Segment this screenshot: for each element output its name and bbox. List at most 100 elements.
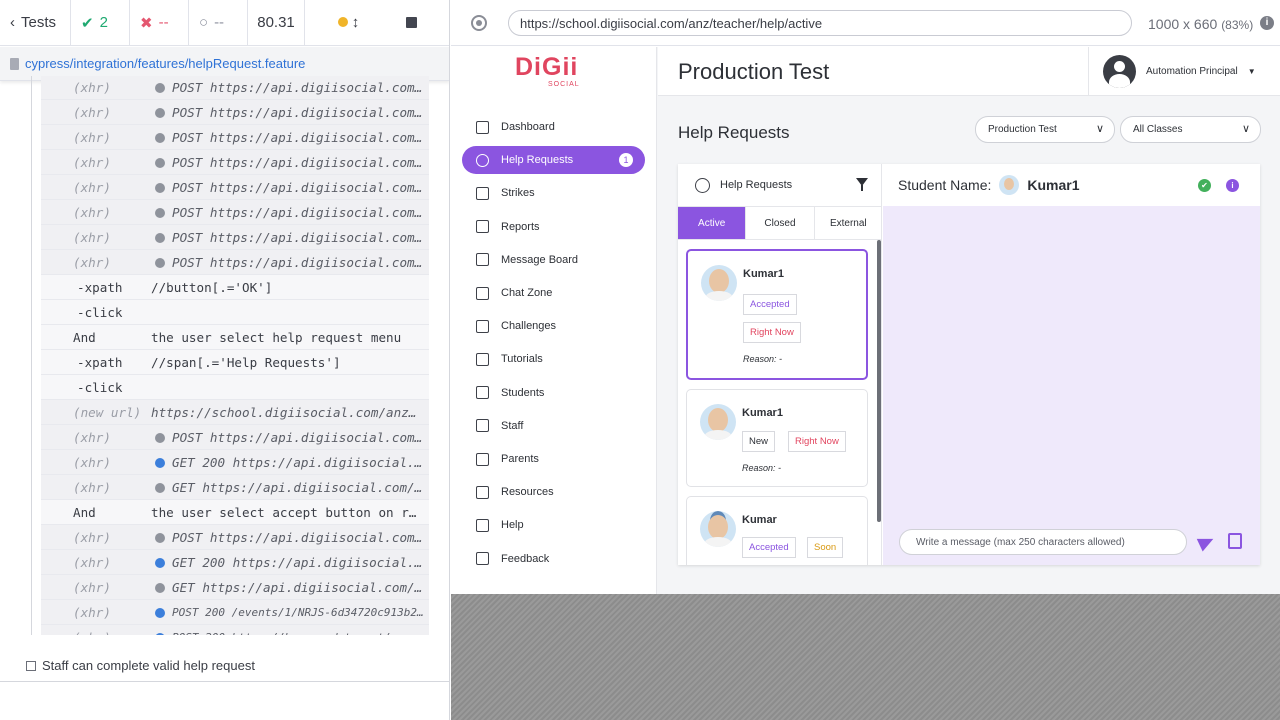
help-request-icon [476,153,489,167]
request-status-icon [155,208,165,218]
command-log-row[interactable]: (xhr) GET 200 https://api.digiisocial.c..… [41,450,429,475]
sidebar-item-label: Resources [501,486,554,499]
user-menu[interactable]: Automation Principal ▼ [1088,47,1280,96]
command-log-row[interactable]: 17-click [41,375,429,400]
command-name: (xhr) [73,480,111,495]
sidebar-item-challenges[interactable]: Challenges [462,312,645,340]
user-name: Automation Principal [1146,66,1238,77]
command-name: And [73,330,96,345]
message-input[interactable]: Write a message (max 250 characters allo… [899,529,1187,555]
selector-playground-icon[interactable] [471,15,487,31]
request-status-icon [155,558,165,568]
sidebar-item-message-board[interactable]: Message Board [462,246,645,274]
tab-external[interactable]: External [815,207,882,239]
tab-active[interactable]: Active [678,207,747,239]
command-log-row[interactable]: 13-xpath//button[.='OK'] [41,275,429,300]
sidebar-item-staff[interactable]: Staff [462,412,645,440]
command-log-row[interactable]: (xhr) POST https://api.digiisocial.com/..… [41,225,429,250]
chat-icon [476,286,489,300]
sidebar-item-label: Challenges [501,320,557,333]
command-log-row[interactable]: (xhr) POST https://api.digiisocial.com/..… [41,425,429,450]
request-status-icon [155,583,165,593]
sidebar-item-students[interactable]: Students [462,379,645,407]
test-title: Staff can complete valid help request [42,658,255,673]
command-log-row[interactable]: (xhr) POST 200 https://bam.nr-data.net/ev… [41,625,429,635]
spec-path-link[interactable]: cypress/integration/features/helpRequest… [25,56,305,71]
note-edit-icon[interactable] [1228,533,1242,549]
command-name: (xhr) [73,630,111,635]
stop-icon[interactable] [406,17,418,28]
failed-count: ✖ -- [130,0,189,46]
request-card[interactable]: Kumar1 Accepted Right Now Reason: - [686,249,868,380]
sidebar-item-chat-zone[interactable]: Chat Zone [462,279,645,307]
info-icon[interactable]: i [1226,179,1239,192]
command-message: POST https://api.digiisocial.com/... [172,130,424,145]
command-name: (xhr) [73,605,111,620]
back-to-tests-button[interactable]: ‹ Tests [0,0,71,46]
command-log-row[interactable]: (xhr) POST https://api.digiisocial.com/..… [41,100,429,125]
chevron-left-icon: ‹ [10,14,15,31]
sidebar-item-feedback[interactable]: Feedback [462,545,645,573]
command-name: (xhr) [73,155,111,170]
request-card[interactable]: Kumar Accepted Soon [686,496,868,565]
command-log-row[interactable]: (xhr) POST 200 /events/1/NRJS-6d34720c913… [41,600,429,625]
viewport-background [451,594,1280,720]
x-icon: ✖ [140,14,153,32]
command-log-row[interactable]: 14-click [41,300,429,325]
sidebar-item-resources[interactable]: Resources [462,478,645,506]
command-log-row[interactable]: (xhr) POST https://api.digiisocial.com/..… [41,125,429,150]
chart-icon [476,120,489,134]
auto-scroll-toggle[interactable]: ↕ [337,14,359,31]
command-log-row[interactable]: (xhr) POST https://api.digiisocial.com/..… [41,175,429,200]
request-status-icon [155,83,165,93]
command-log-row[interactable]: 18Andthe user select accept button on re… [41,500,429,525]
list-scrollbar[interactable] [877,240,881,522]
sidebar-item-help-requests[interactable]: Help Requests 1 [462,146,645,175]
command-log-row[interactable]: 15Andthe user select help request menu [41,325,429,350]
send-icon[interactable] [1196,532,1217,552]
command-name: (xhr) [73,180,111,195]
request-card[interactable]: Kumar1 New Right Now Reason: - [686,389,868,487]
request-status-icon [155,233,165,243]
class-select[interactable]: All Classes ∨ [1120,116,1261,143]
sidebar-item-reports[interactable]: Reports [462,213,645,241]
command-log-row[interactable]: (xhr) POST https://api.digiisocial.com/..… [41,150,429,175]
command-log-row[interactable]: 16-xpath//span[.='Help Requests'] [41,350,429,375]
passed-count: ✔ 2 [71,0,130,46]
status-badge: Accepted [742,537,796,558]
viewport-zoom: (83%) [1221,18,1254,32]
card-student-name: Kumar1 [743,268,784,280]
command-log-row[interactable]: (xhr) POST https://api.digiisocial.com/..… [41,200,429,225]
chevron-down-icon: ∨ [1241,123,1250,135]
request-status-icon [155,183,165,193]
tab-closed[interactable]: Closed [746,207,815,239]
sidebar-item-strikes[interactable]: Strikes [462,179,645,207]
filter-icon[interactable] [856,178,868,191]
info-icon[interactable]: i [1260,16,1274,30]
section-title: Help Requests [678,123,790,142]
command-log-row[interactable]: (xhr) GET 200 https://api.digiisocial.c..… [41,550,429,575]
command-log-row[interactable]: (xhr) GET https://api.digiisocial.com/v..… [41,475,429,500]
student-avatar [700,404,736,440]
command-log-row[interactable]: (xhr) POST https://api.digiisocial.com/..… [41,250,429,275]
class-select-value: All Classes [1133,124,1183,135]
command-name: (xhr) [73,580,111,595]
command-log-row[interactable]: (xhr) POST https://api.digiisocial.com/..… [41,525,429,550]
command-message: GET 200 https://api.digiisocial.c... [172,555,424,570]
help-requests-panel: Help Requests Active Closed External Kum… [678,164,1260,565]
test-item[interactable]: Staff can complete valid help request [0,650,449,682]
command-log-row[interactable]: (xhr) GET https://api.digiisocial.com/a..… [41,575,429,600]
school-select[interactable]: Production Test ∨ [975,116,1115,143]
status-dot-icon [337,17,348,27]
sidebar-item-label: Dashboard [501,121,555,133]
command-message: POST https://api.digiisocial.com/... [172,105,424,120]
url-display[interactable]: https://school.digiisocial.com/anz/teach… [508,10,1132,36]
sidebar-item-tutorials[interactable]: Tutorials [462,345,645,373]
sidebar-item-dashboard[interactable]: Dashboard [462,113,645,141]
aut-header: https://school.digiisocial.com/anz/teach… [451,0,1280,46]
sidebar-item-help[interactable]: Help [462,511,645,539]
command-log-row[interactable]: (new url) https://school.digiisocial.com/… [41,400,429,425]
command-log-row[interactable]: (xhr) POST https://api.digiisocial.com/..… [41,76,429,100]
check-circle-icon[interactable]: ✔ [1198,179,1211,192]
sidebar-item-parents[interactable]: Parents [462,445,645,473]
